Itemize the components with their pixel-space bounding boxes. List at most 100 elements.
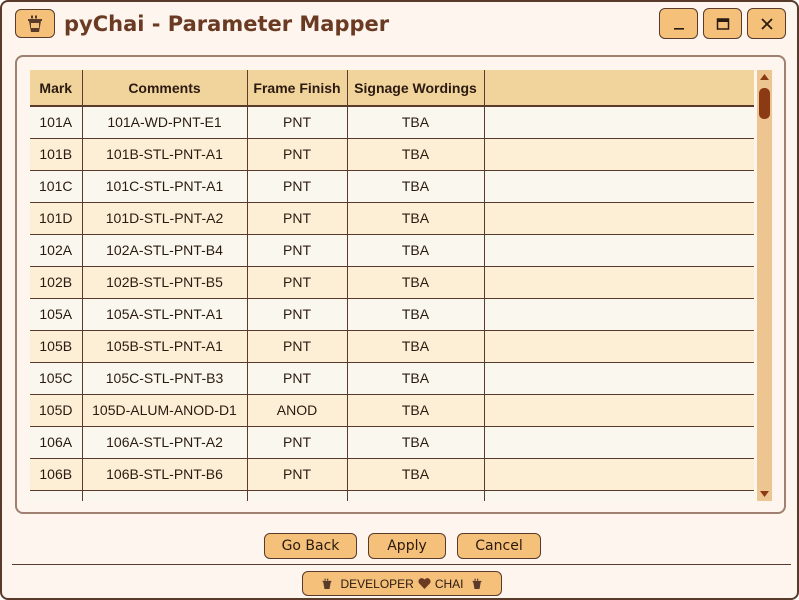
table-row[interactable]: 106C106C-STL-PNT-C1PNTTBA — [30, 490, 754, 501]
table-cell[interactable]: TBA — [347, 394, 485, 427]
table-row[interactable]: 105C 105C-STL-PNT-B3 PNT TBA — [30, 362, 754, 395]
table-cell[interactable]: 101B — [30, 138, 83, 171]
table-cell[interactable]: 105B — [30, 330, 83, 363]
table-cell[interactable]: 101C — [30, 170, 83, 203]
table-cell[interactable]: 101C-STL-PNT-A1 — [82, 170, 248, 203]
table-cell[interactable]: 106C-STL-PNT-C1 — [82, 490, 248, 501]
table-cell[interactable]: TBA — [347, 202, 485, 235]
scroll-up-button[interactable] — [757, 70, 772, 84]
table-cell[interactable]: TBA — [347, 458, 485, 491]
table-cell[interactable]: 105A-STL-PNT-A1 — [82, 298, 248, 331]
go-back-button[interactable]: Go Back — [264, 533, 357, 559]
table-row[interactable]: 102B 102B-STL-PNT-B5 PNT TBA — [30, 266, 754, 299]
table-viewport: Mark Comments Frame Finish Signage Wordings… — [30, 70, 754, 501]
scroll-thumb[interactable] — [759, 88, 770, 119]
table-row[interactable]: 102A 102A-STL-PNT-B4 PNT TBA — [30, 234, 754, 267]
table-row[interactable]: 106A 106A-STL-PNT-A2 PNT TBA — [30, 426, 754, 459]
column-header[interactable]: Comments — [82, 70, 248, 107]
table-cell[interactable]: TBA — [347, 106, 485, 139]
table-row[interactable]: 105B 105B-STL-PNT-A1 PNT TBA — [30, 330, 754, 363]
table-cell[interactable] — [484, 106, 754, 139]
table-cell[interactable]: PNT — [247, 458, 348, 491]
table-cell[interactable]: 105D — [30, 394, 83, 427]
table-cell[interactable] — [484, 330, 754, 363]
column-header[interactable]: Signage Wordings — [347, 70, 485, 107]
table-cell[interactable]: TBA — [347, 298, 485, 331]
table-cell[interactable] — [484, 298, 754, 331]
table-row[interactable]: 105D 105D-ALUM-ANOD-D1 ANOD TBA — [30, 394, 754, 427]
maximize-button[interactable] — [703, 8, 742, 39]
table-cell[interactable]: PNT — [247, 234, 348, 267]
table-cell[interactable]: PNT — [247, 106, 348, 139]
table-cell[interactable]: 106C — [30, 490, 83, 501]
table-row[interactable]: 101B 101B-STL-PNT-A1 PNT TBA — [30, 138, 754, 171]
table-cell[interactable]: 102B-STL-PNT-B5 — [82, 266, 248, 299]
table-cell[interactable]: PNT — [247, 170, 348, 203]
vertical-scrollbar[interactable] — [757, 70, 772, 501]
chai-cup-icon — [323, 578, 332, 589]
table-cell[interactable]: 105C — [30, 362, 83, 395]
table-cell[interactable]: 106B — [30, 458, 83, 491]
table-cell[interactable]: 106A — [30, 426, 83, 459]
chai-text: CHAI — [434, 576, 464, 591]
table-cell[interactable]: PNT — [247, 298, 348, 331]
table-cell[interactable]: PNT — [247, 266, 348, 299]
table-cell[interactable]: TBA — [347, 138, 485, 171]
table-cell[interactable]: PNT — [247, 362, 348, 395]
table-cell[interactable]: TBA — [347, 170, 485, 203]
table-cell[interactable]: PNT — [247, 330, 348, 363]
scroll-down-button[interactable] — [757, 487, 772, 501]
table-cell[interactable] — [484, 394, 754, 427]
table-row[interactable]: 106B 106B-STL-PNT-B6 PNT TBA — [30, 458, 754, 491]
table-cell[interactable] — [484, 170, 754, 203]
table-cell[interactable] — [484, 458, 754, 491]
table-cell[interactable]: 102A-STL-PNT-B4 — [82, 234, 248, 267]
table-cell[interactable]: 105B-STL-PNT-A1 — [82, 330, 248, 363]
table-cell[interactable]: 101D — [30, 202, 83, 235]
table-cell[interactable]: PNT — [247, 138, 348, 171]
table-cell[interactable]: TBA — [347, 266, 485, 299]
table-cell[interactable] — [484, 266, 754, 299]
table-row[interactable]: 101A 101A-WD-PNT-E1 PNT TBA — [30, 106, 754, 139]
table-cell[interactable] — [484, 234, 754, 267]
table-cell[interactable] — [484, 362, 754, 395]
table-cell[interactable]: PNT — [247, 426, 348, 459]
window-title: pyChai - Parameter Mapper — [64, 12, 390, 36]
cancel-button[interactable]: Cancel — [457, 533, 541, 559]
column-header[interactable]: Frame Finish — [247, 70, 348, 107]
table-cell[interactable]: 101A-WD-PNT-E1 — [82, 106, 248, 139]
table-cell[interactable]: PNT — [247, 202, 348, 235]
table-cell[interactable]: PNT — [247, 490, 348, 501]
developer-chai-label: DEVELOPER CHAI — [340, 577, 463, 591]
table-cell[interactable]: TBA — [347, 362, 485, 395]
table-row[interactable]: 105A 105A-STL-PNT-A1 PNT TBA — [30, 298, 754, 331]
app-icon[interactable] — [15, 9, 55, 38]
table-cell[interactable]: TBA — [347, 330, 485, 363]
table-cell[interactable]: TBA — [347, 234, 485, 267]
table-cell[interactable]: 106B-STL-PNT-B6 — [82, 458, 248, 491]
table-cell[interactable]: 105C-STL-PNT-B3 — [82, 362, 248, 395]
column-header[interactable] — [484, 70, 754, 107]
table-cell[interactable]: ANOD — [247, 394, 348, 427]
close-button[interactable] — [747, 8, 786, 39]
table-row[interactable]: 101D 101D-STL-PNT-A2 PNT TBA — [30, 202, 754, 235]
table-cell[interactable]: 101D-STL-PNT-A2 — [82, 202, 248, 235]
table-cell[interactable]: 101B-STL-PNT-A1 — [82, 138, 248, 171]
table-cell[interactable]: 101A — [30, 106, 83, 139]
table-cell[interactable]: TBA — [347, 426, 485, 459]
table-cell[interactable]: 105D-ALUM-ANOD-D1 — [82, 394, 248, 427]
table-cell[interactable]: TBA — [347, 490, 485, 501]
table-cell[interactable]: 102A — [30, 234, 83, 267]
apply-button[interactable]: Apply — [368, 533, 446, 559]
table-cell[interactable] — [484, 138, 754, 171]
column-header[interactable]: Mark — [30, 70, 83, 107]
developer-chai-button[interactable]: DEVELOPER CHAI — [302, 571, 502, 596]
table-cell[interactable] — [484, 426, 754, 459]
table-cell[interactable] — [484, 490, 754, 501]
table-row[interactable]: 101C 101C-STL-PNT-A1 PNT TBA — [30, 170, 754, 203]
table-cell[interactable]: 105A — [30, 298, 83, 331]
table-cell[interactable] — [484, 202, 754, 235]
table-cell[interactable]: 106A-STL-PNT-A2 — [82, 426, 248, 459]
minimize-button[interactable] — [659, 8, 698, 39]
table-cell[interactable]: 102B — [30, 266, 83, 299]
